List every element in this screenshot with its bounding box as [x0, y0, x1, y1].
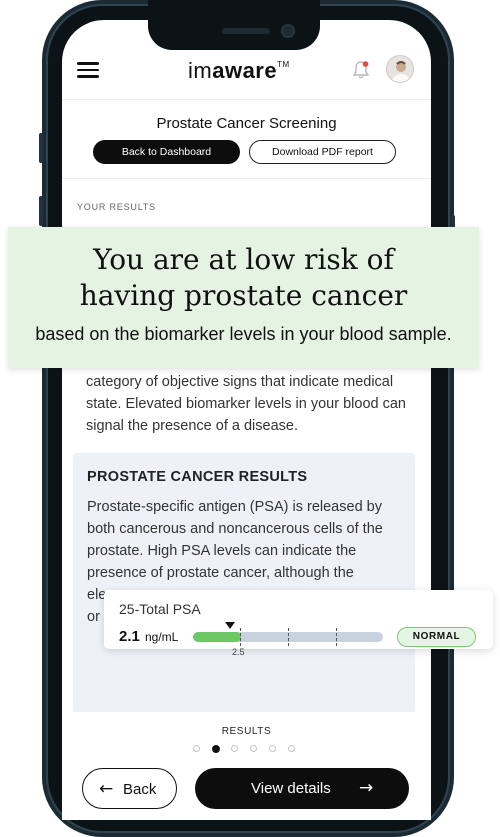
back-button-label: Back — [123, 781, 157, 798]
avatar[interactable] — [386, 55, 414, 83]
page-dot[interactable] — [212, 745, 220, 753]
threshold-label: 2.5 — [232, 647, 245, 657]
range-tick — [336, 628, 337, 646]
imaware-logo: imawareTM — [188, 58, 290, 83]
page-dot[interactable] — [269, 745, 276, 752]
page-title: Prostate Cancer Screening — [156, 115, 337, 132]
page-dot[interactable] — [231, 745, 238, 752]
risk-headline-line1: You are at low risk of — [93, 243, 394, 276]
page-dot[interactable] — [250, 745, 257, 752]
page-dot[interactable] — [288, 745, 295, 752]
back-button[interactable]: ← Back — [82, 768, 177, 809]
back-to-dashboard-button[interactable]: Back to Dashboard — [93, 140, 240, 164]
card-text-line: Prostate-specific antigen (PSA) is relea… — [87, 499, 382, 515]
section-indicator-label: RESULTS — [221, 726, 272, 737]
status-badge: NORMAL — [397, 627, 476, 647]
header-divider — [62, 99, 431, 100]
risk-summary-callout: You are at low risk of having prostate c… — [8, 227, 479, 368]
view-details-label: View details — [251, 780, 331, 797]
hamburger-menu-icon[interactable] — [77, 62, 99, 78]
biomarker-value: 2.1 — [119, 628, 140, 645]
phone-side-button — [39, 133, 43, 163]
biomarker-range-fill — [193, 632, 241, 642]
phone-side-button — [39, 196, 43, 226]
view-details-button[interactable]: View details → — [195, 768, 409, 809]
intro-paragraph: category of objective signs that indicat… — [86, 374, 406, 434]
section-divider — [62, 178, 431, 179]
phone-speaker — [222, 28, 270, 34]
page-indicator — [193, 745, 298, 753]
phone-camera — [281, 24, 295, 38]
section-label: YOUR RESULTS — [77, 202, 156, 212]
card-text-line: both cancerous and noncancerous cells of… — [87, 521, 383, 537]
arrow-right-icon: → — [359, 778, 374, 798]
card-text-line: presence of prostate cancer, although th… — [87, 565, 354, 581]
risk-subtitle: based on the biomarker levels in your bl… — [35, 324, 452, 344]
page-dot[interactable] — [193, 745, 200, 752]
card-text-line: prostate. High PSA levels can indicate t… — [87, 543, 357, 559]
phone-notch — [148, 0, 320, 50]
arrow-left-icon: ← — [99, 779, 114, 799]
risk-headline-line2: having prostate cancer — [79, 279, 408, 312]
range-tick — [288, 628, 289, 646]
bell-icon[interactable] — [352, 60, 370, 80]
biomarker-unit: ng/mL — [145, 630, 179, 644]
download-pdf-button[interactable]: Download PDF report — [249, 140, 396, 164]
biomarker-name: 25-Total PSA — [119, 601, 201, 617]
range-tick — [240, 628, 241, 646]
results-card-title: PROSTATE CANCER RESULTS — [87, 469, 308, 485]
value-marker-icon — [225, 622, 235, 629]
